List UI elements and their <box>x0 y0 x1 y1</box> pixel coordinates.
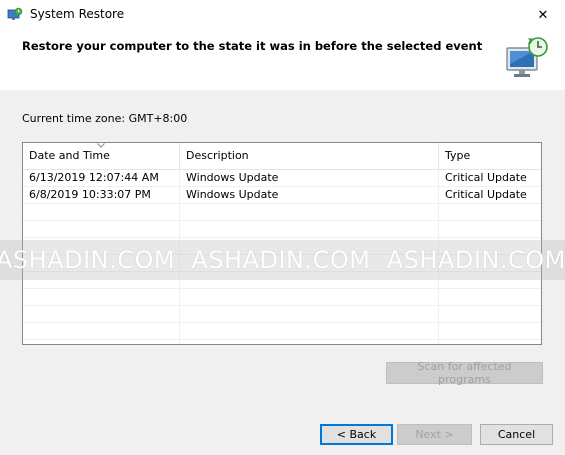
cancel-button[interactable]: Cancel <box>480 424 553 445</box>
column-header-description[interactable]: Description <box>180 143 439 169</box>
page-heading: Restore your computer to the state it wa… <box>22 39 483 53</box>
column-header-label: Type <box>445 149 471 162</box>
cell-type: Critical Update <box>445 188 527 201</box>
watermark-text: ASHADIN.COM ASHADIN.COM ASHADIN.COM <box>0 246 565 274</box>
cell-date: 6/8/2019 10:33:07 PM <box>29 188 151 201</box>
sort-descending-icon <box>97 143 105 148</box>
column-header-type[interactable]: Type <box>439 143 541 169</box>
cell-date: 6/13/2019 12:07:44 AM <box>29 171 159 184</box>
column-header-label: Description <box>186 149 249 162</box>
cell-description: Windows Update <box>186 188 279 201</box>
close-button[interactable]: ✕ <box>521 0 565 30</box>
system-restore-app-icon <box>7 7 23 20</box>
empty-row <box>23 322 541 340</box>
empty-row <box>23 305 541 323</box>
table-row[interactable]: 6/8/2019 10:33:07 PM Windows Update Crit… <box>23 186 541 204</box>
wizard-header: Restore your computer to the state it wa… <box>0 30 565 90</box>
back-button[interactable]: < Back <box>320 424 393 445</box>
cell-description: Windows Update <box>186 171 279 184</box>
close-icon: ✕ <box>537 7 549 23</box>
scan-affected-programs-button[interactable]: Scan for affected programs <box>386 360 543 386</box>
watermark-banner: ASHADIN.COM ASHADIN.COM ASHADIN.COM <box>0 240 565 280</box>
system-restore-monitor-icon <box>506 37 548 77</box>
empty-row <box>23 288 541 306</box>
table-row[interactable]: 6/13/2019 12:07:44 AM Windows Update Cri… <box>23 169 541 187</box>
timezone-label: Current time zone: GMT+8:00 <box>22 112 188 125</box>
column-header-date-time[interactable]: Date and Time <box>23 143 180 169</box>
empty-row <box>23 203 541 221</box>
empty-row <box>23 220 541 238</box>
cell-type: Critical Update <box>445 171 527 184</box>
next-button[interactable]: Next > <box>397 424 472 445</box>
table-header: Date and Time Description Type <box>23 143 541 170</box>
window-title: System Restore <box>30 7 125 21</box>
column-header-label: Date and Time <box>29 149 110 162</box>
title-bar: System Restore ✕ <box>0 0 565 30</box>
